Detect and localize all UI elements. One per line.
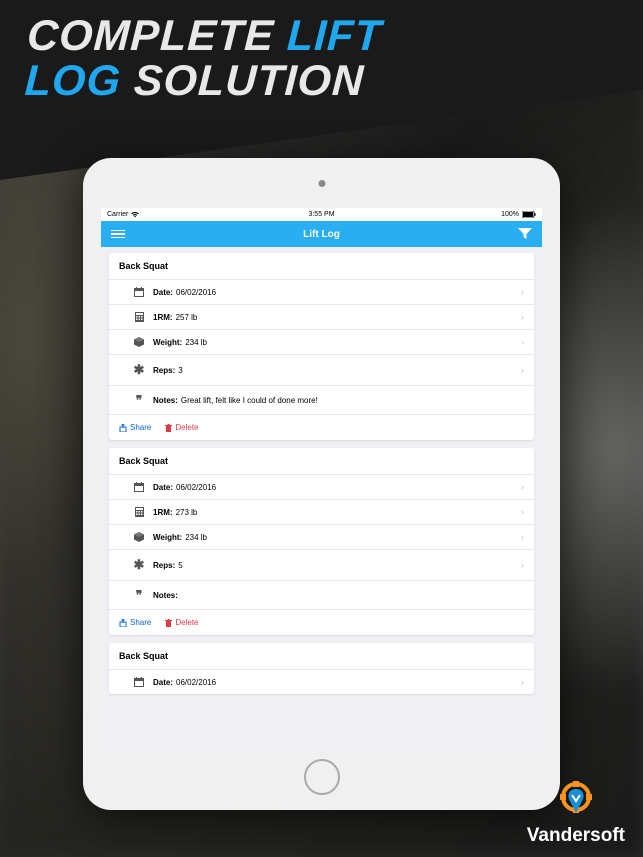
reps-row[interactable]: ✱ Reps: 3 › <box>109 354 534 385</box>
weight-value: 234 lb <box>185 533 207 542</box>
date-row[interactable]: Date: 06/02/2016 › <box>109 474 534 499</box>
lift-card: Back Squat Date: 06/02/2016 › 1RM: 273 l… <box>109 448 534 635</box>
brand-badge: Vandersoft <box>527 779 625 847</box>
lift-card: Back Squat Date: 06/02/2016 › <box>109 643 534 694</box>
battery-icon <box>522 211 536 218</box>
ipad-screen: Carrier 3:55 PM 100% Lift Log <box>101 208 542 750</box>
chevron-right-icon: › <box>521 312 524 322</box>
quote-icon: ❞ <box>133 393 145 407</box>
reps-label: Reps: <box>153 561 175 570</box>
date-label: Date: <box>153 678 173 687</box>
notes-label: Notes: <box>153 591 178 600</box>
delete-label: Delete <box>175 423 198 432</box>
asterisk-icon: ✱ <box>133 362 145 378</box>
reps-label: Reps: <box>153 366 175 375</box>
weight-row[interactable]: Weight: 234 lb › <box>109 524 534 549</box>
onerm-value: 257 lb <box>176 313 198 322</box>
clock: 3:55 PM <box>308 211 334 218</box>
share-icon <box>119 424 127 432</box>
asterisk-icon: ✱ <box>133 557 145 573</box>
card-actions: Share Delete <box>109 609 534 635</box>
onerm-value: 273 lb <box>176 508 198 517</box>
box-icon <box>133 532 145 542</box>
date-row[interactable]: Date: 06/02/2016 › <box>109 669 534 694</box>
calculator-icon <box>133 507 145 517</box>
promo-headline: COMPLETE LIFT LOG SOLUTION <box>24 14 383 104</box>
carrier-label: Carrier <box>107 211 128 218</box>
date-value: 06/02/2016 <box>176 288 216 297</box>
status-bar: Carrier 3:55 PM 100% <box>101 208 542 221</box>
lift-title: Back Squat <box>109 253 534 279</box>
lift-card: Back Squat Date: 06/02/2016 › 1RM: 257 l… <box>109 253 534 440</box>
weight-row[interactable]: Weight: 234 lb › <box>109 329 534 354</box>
wifi-icon <box>131 212 139 218</box>
date-value: 06/02/2016 <box>176 678 216 687</box>
headline-word: LOG <box>24 57 123 105</box>
date-label: Date: <box>153 483 173 492</box>
onerm-row[interactable]: 1RM: 273 lb › <box>109 499 534 524</box>
ipad-frame: Carrier 3:55 PM 100% Lift Log <box>83 158 560 810</box>
date-value: 06/02/2016 <box>176 483 216 492</box>
onerm-label: 1RM: <box>153 313 173 322</box>
delete-label: Delete <box>175 618 198 627</box>
share-icon <box>119 619 127 627</box>
headline-word: SOLUTION <box>133 57 366 105</box>
menu-icon[interactable] <box>111 230 125 239</box>
battery-percent: 100% <box>501 211 519 218</box>
calendar-icon <box>133 482 145 492</box>
chevron-right-icon: › <box>521 560 524 570</box>
calendar-icon <box>133 677 145 687</box>
delete-button[interactable]: Delete <box>165 618 198 627</box>
notes-label: Notes: <box>153 396 178 405</box>
quote-icon: ❞ <box>133 588 145 602</box>
trash-icon <box>165 424 172 432</box>
date-row[interactable]: Date: 06/02/2016 › <box>109 279 534 304</box>
onerm-label: 1RM: <box>153 508 173 517</box>
date-label: Date: <box>153 288 173 297</box>
chevron-right-icon: › <box>521 677 524 687</box>
chevron-right-icon: › <box>521 365 524 375</box>
calendar-icon <box>133 287 145 297</box>
content-area: Back Squat Date: 06/02/2016 › 1RM: 257 l… <box>101 247 542 750</box>
filter-icon[interactable] <box>518 228 532 240</box>
brand-logo-icon <box>554 779 598 823</box>
chevron-right-icon: › <box>521 482 524 492</box>
delete-button[interactable]: Delete <box>165 423 198 432</box>
brand-name: Vandersoft <box>527 825 625 847</box>
share-label: Share <box>130 618 151 627</box>
weight-label: Weight: <box>153 338 182 347</box>
lift-title: Back Squat <box>109 643 534 669</box>
onerm-row[interactable]: 1RM: 257 lb › <box>109 304 534 329</box>
weight-value: 234 lb <box>185 338 207 347</box>
notes-value: Great lift, felt like I could of done mo… <box>181 396 318 405</box>
share-button[interactable]: Share <box>119 618 151 627</box>
weight-label: Weight: <box>153 533 182 542</box>
lift-title: Back Squat <box>109 448 534 474</box>
chevron-right-icon: › <box>521 287 524 297</box>
box-icon <box>133 337 145 347</box>
notes-row[interactable]: ❞ Notes: Great lift, felt like I could o… <box>109 385 534 414</box>
calculator-icon <box>133 312 145 322</box>
share-button[interactable]: Share <box>119 423 151 432</box>
trash-icon <box>165 619 172 627</box>
notes-row[interactable]: ❞ Notes: <box>109 580 534 609</box>
reps-value: 3 <box>178 366 182 375</box>
page-title: Lift Log <box>303 229 340 240</box>
headline-word: COMPLETE <box>26 12 275 60</box>
headline-word: LIFT <box>286 12 383 60</box>
nav-bar: Lift Log <box>101 221 542 247</box>
chevron-right-icon: › <box>521 507 524 517</box>
card-actions: Share Delete <box>109 414 534 440</box>
chevron-right-icon: › <box>521 337 524 347</box>
reps-value: 5 <box>178 561 182 570</box>
reps-row[interactable]: ✱ Reps: 5 › <box>109 549 534 580</box>
chevron-right-icon: › <box>521 532 524 542</box>
share-label: Share <box>130 423 151 432</box>
